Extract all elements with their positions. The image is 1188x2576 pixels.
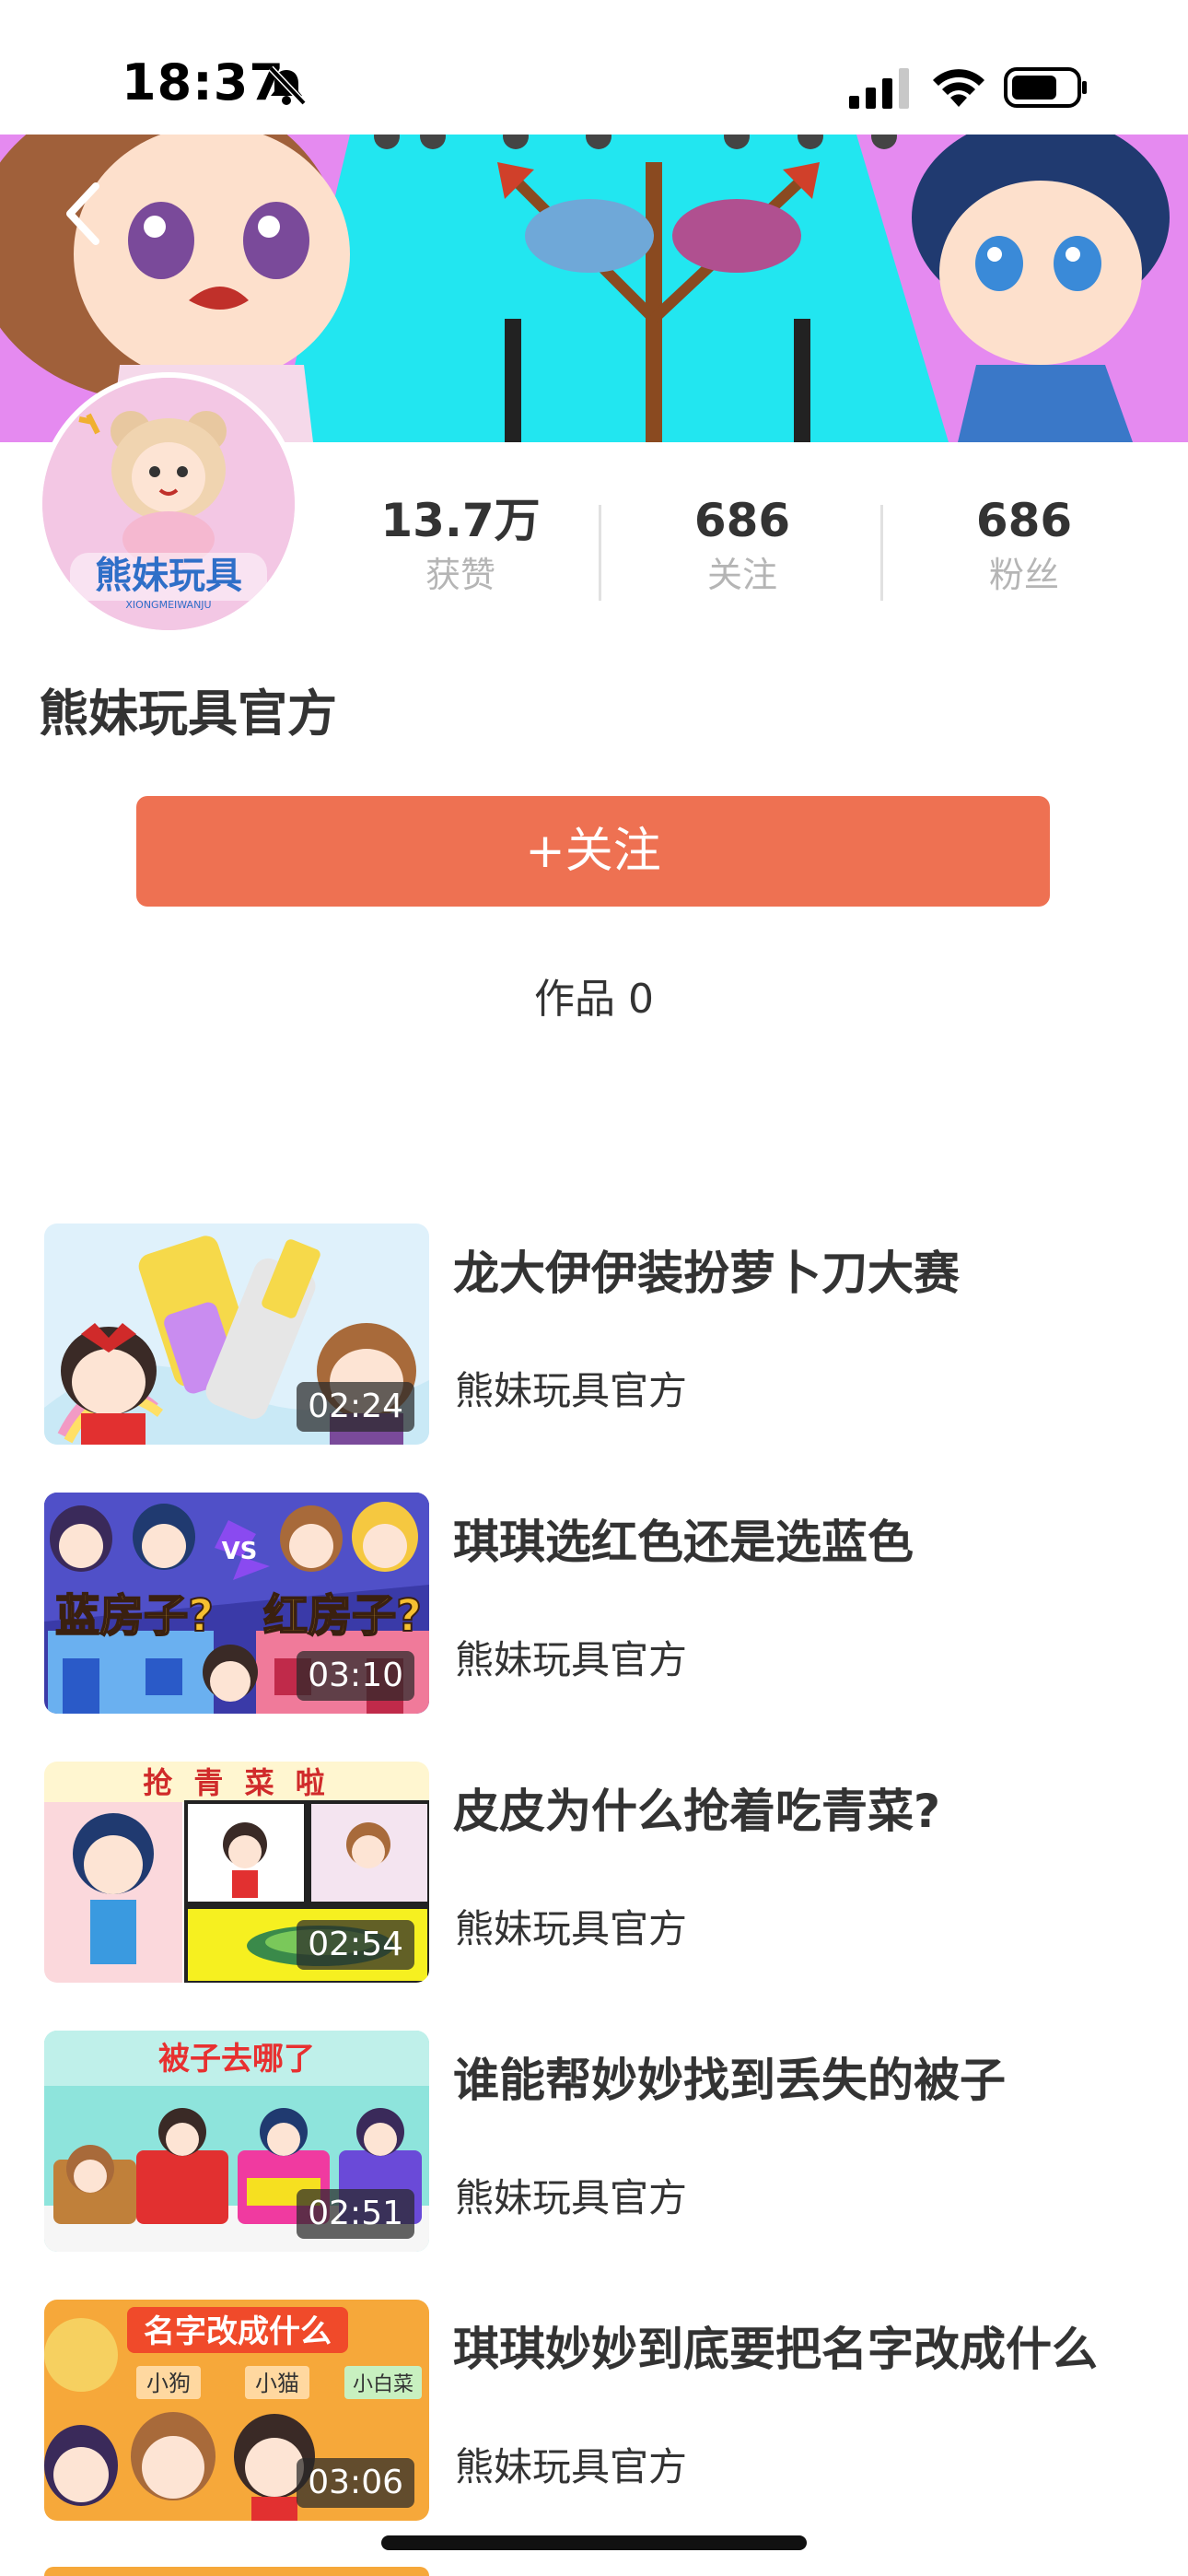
video-title[interactable]: 谁能帮妙妙找到丢失的被子 [453,2043,1153,2110]
video-author: 熊妹玩具官方 [455,2175,688,2220]
battery-icon [1004,67,1087,108]
status-bar: 18:37 [0,0,1188,135]
svg-text:XIONGMEIWANJU: XIONGMEIWANJU [125,599,211,611]
stat-following-label: 关注 [706,555,777,595]
video-thumbnail[interactable]: 被子去哪了 02:51 [44,2031,429,2252]
video-list-item[interactable]: 被子去哪了 02:51 谁能帮妙妙找到丢失的被子 熊妹玩具官方 [44,2031,1149,2252]
stat-followers[interactable]: 686 粉丝 [886,488,1162,597]
stat-followers-value: 686 [975,494,1073,547]
works-count: 作品 0 [534,976,654,1023]
video-title[interactable]: 皮皮为什么抢着吃青菜? [453,1774,1153,1841]
channel-name: 熊妹玩具官方 [39,685,337,743]
video-author: 熊妹玩具官方 [455,1368,688,1413]
svg-text:熊妹玩具: 熊妹玩具 [95,555,242,597]
thumbnail-caption: 蓝房子? [55,1590,214,1642]
channel-avatar[interactable]: 熊妹玩具 XIONGMEIWANJU [37,372,300,636]
video-thumbnail-peek [44,2567,429,2576]
follow-button[interactable]: +关注 [136,796,1050,907]
signal-icon [849,68,909,109]
video-list-item[interactable]: 抢 青 菜 啦 02:54 皮皮为什么抢着吃青菜? 熊妹玩具官方 [44,1762,1149,1983]
video-thumbnail[interactable]: 名字改成什么 小狗 小猫 小白菜 03:06 [44,2300,429,2521]
video-author: 熊妹玩具官方 [455,2444,688,2489]
chevron-left-icon[interactable] [61,181,105,247]
vs-badge: VS [222,1538,258,1565]
stat-followers-label: 粉丝 [988,555,1059,595]
video-title[interactable]: 琪琪妙妙到底要把名字改成什么 [453,2313,1153,2379]
stat-following-value: 686 [693,494,791,547]
video-duration: 02:24 [297,1382,414,1432]
avatar-logo: 熊妹玩具 XIONGMEIWANJU [42,378,295,630]
video-duration: 03:06 [297,2458,414,2508]
stat-divider [599,505,601,601]
video-list-item[interactable]: 名字改成什么 小狗 小猫 小白菜 03:06 琪琪妙妙到底要把名字改成什么 熊妹… [44,2300,1149,2521]
bell-muted-icon [268,65,307,106]
video-list-item[interactable]: 02:24 龙大伊伊装扮萝卜刀大赛 熊妹玩具官方 [44,1224,1149,1445]
video-author: 熊妹玩具官方 [455,1906,688,1951]
video-thumbnail[interactable]: VS 蓝房子? 红房子? 03:10 [44,1493,429,1714]
stat-likes-label: 获赞 [425,555,495,595]
stat-likes[interactable]: 13.7万 获赞 [322,488,599,597]
video-duration: 03:10 [297,1651,414,1701]
thumbnail-tag: 小白菜 [353,2373,413,2396]
video-thumbnail[interactable]: 02:24 [44,1224,429,1445]
stat-divider [880,505,883,601]
thumbnail-tag: 小猫 [255,2371,299,2396]
thumbnail-caption: 被子去哪了 [158,2041,315,2078]
profile-stats: 13.7万 获赞 686 关注 686 粉丝 [322,488,1151,617]
wifi-icon [933,69,984,107]
channel-profile-page: 18:37 熊妹玩具 XIONGMEIWANJU 13.7万 获赞 686 关注… [0,0,1188,2576]
stat-likes-value: 13.7万 [380,494,541,547]
video-list-item[interactable]: VS 蓝房子? 红房子? 03:10 琪琪选红色还是选蓝色 熊妹玩具官方 [44,1493,1149,1714]
home-indicator[interactable] [381,2535,807,2550]
thumbnail-tag: 小狗 [146,2371,191,2396]
video-title[interactable]: 龙大伊伊装扮萝卜刀大赛 [453,1236,1153,1303]
thumbnail-caption: 红房子? [263,1590,422,1642]
thumbnail-caption: 名字改成什么 [144,2313,332,2350]
video-thumbnail[interactable]: 抢 青 菜 啦 02:54 [44,1762,429,1983]
video-author: 熊妹玩具官方 [455,1637,688,1682]
video-duration: 02:51 [297,2189,414,2239]
video-duration: 02:54 [297,1920,414,1970]
thumbnail-caption: 抢 青 菜 啦 [143,1765,330,1800]
status-time: 18:37 [122,53,285,111]
stat-following[interactable]: 686 关注 [604,488,880,597]
video-title[interactable]: 琪琪选红色还是选蓝色 [453,1505,1153,1572]
